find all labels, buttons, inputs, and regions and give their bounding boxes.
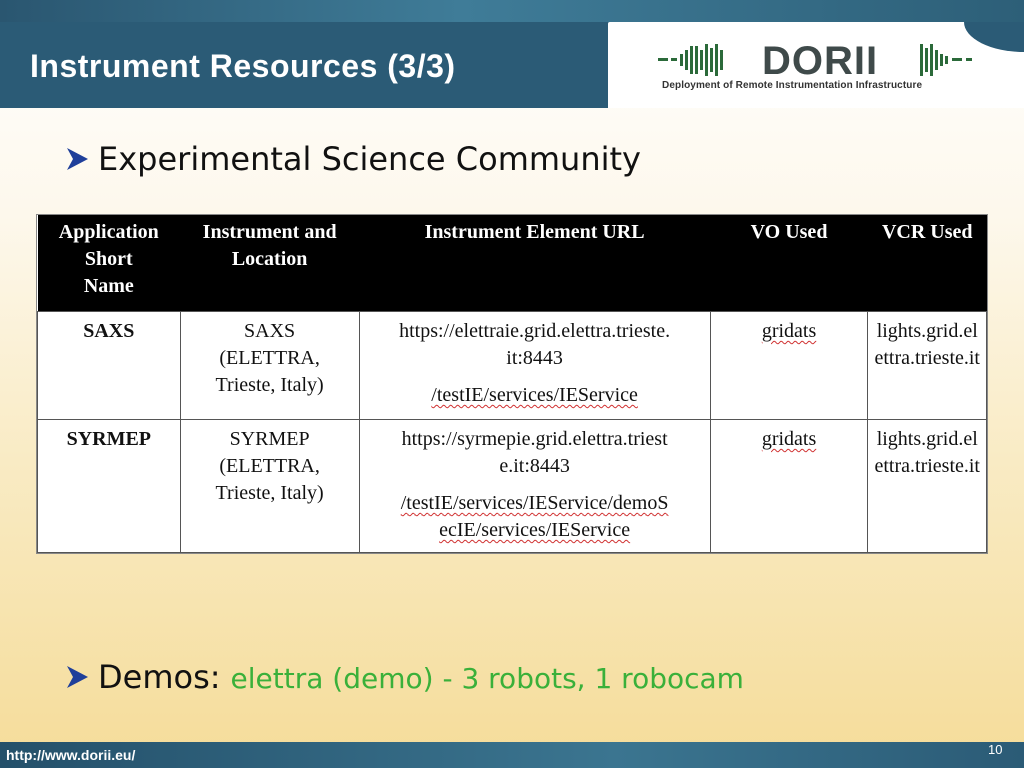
header-app-name: Application Short Name [37,215,181,312]
logo-wordmark: DORII [762,40,878,80]
table-header-row: Application Short Name Instrument and Locat… [37,215,987,312]
cell-url: https://syrmepie.grid.elettra.triest e.it… [358,419,711,553]
bullet-community-text: Experimental Science Community [98,140,641,178]
footer-url-link[interactable]: http://www.dorii.eu/ [6,747,135,763]
cell-app-name: SAXS [37,311,181,420]
cell-vcr: lights.grid.el ettra.trieste.it [867,419,987,553]
cell-vo: gridats [709,419,869,553]
cell-instrument: SAXS (ELETTRA, Trieste, Italy) [179,311,360,420]
header-url: Instrument Element URL [359,215,711,312]
dorii-logo-icon: DORII [658,40,972,80]
bullet-community: Experimental Science Community [64,140,641,178]
cell-app-name: SYRMEP [37,419,181,553]
instrument-table: Application Short Name Instrument and Locat… [36,214,988,554]
header-vcr: VCR Used [867,215,987,312]
arrow-bullet-icon [67,148,88,170]
bullet-demos-label: Demos: [98,658,221,696]
cell-url: https://elettraie.grid.elettra.trieste. i… [358,311,711,420]
cell-vo: gridats [709,311,869,420]
cell-instrument: SYRMEP (ELETTRA, Trieste, Italy) [179,419,360,553]
slide-title: Instrument Resources (3/3) [30,48,456,84]
page-number: 10 [988,742,1003,757]
table-row: SAXS SAXS (ELETTRA, Trieste, Italy) https:… [37,311,987,420]
header-instrument: Instrument and Location [180,215,360,312]
table-row: SYRMEP SYRMEP (ELETTRA, Trieste, Italy) ht… [37,419,987,553]
arrow-bullet-icon [67,666,88,688]
cell-vcr: lights.grid.el ettra.trieste.it [867,311,987,420]
bullet-demos-detail: elettra (demo) - 3 robots, 1 robocam [230,662,744,695]
header-vo: VO Used [710,215,868,312]
bullet-demos: Demos: elettra (demo) - 3 robots, 1 robo… [64,658,744,696]
logo-subtitle: Deployment of Remote Instrumentation Inf… [662,80,923,91]
footer-band: http://www.dorii.eu/ [0,742,1024,768]
logo-box: DORII Deployment of Remote Instrumentati… [608,22,1024,108]
